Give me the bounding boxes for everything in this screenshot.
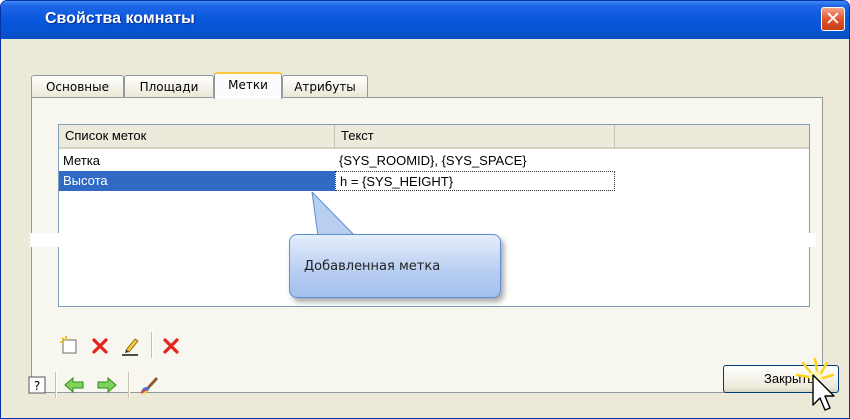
title-bar[interactable]: Свойства комнаты ✕ xyxy=(1,1,849,39)
tab-label: Атрибуты xyxy=(294,80,356,94)
prev-arrow-icon[interactable] xyxy=(62,373,86,397)
table-row-text[interactable]: {SYS_ROOMID}, {SYS_SPACE} xyxy=(335,151,615,171)
callout-pointer xyxy=(311,192,357,237)
tab-label: Основные xyxy=(45,80,109,94)
tab-areas[interactable]: Площади xyxy=(124,75,214,98)
toolbar-separator xyxy=(55,372,57,398)
window-title: Свойства комнаты xyxy=(45,10,195,27)
tab-label: Площади xyxy=(139,80,199,94)
help-icon[interactable]: ? xyxy=(25,373,49,397)
delete-all-icon[interactable] xyxy=(159,334,183,358)
tab-attributes[interactable]: Атрибуты xyxy=(282,75,368,98)
room-properties-dialog: Свойства комнаты ✕ Основные Площади Метк… xyxy=(0,0,850,419)
toolbar-separator xyxy=(128,372,130,398)
column-header-text[interactable]: Текст xyxy=(335,125,615,149)
edit-icon[interactable] xyxy=(118,334,142,358)
svg-text:?: ? xyxy=(34,379,40,393)
dialog-body: Основные Площади Метки Атрибуты Список м… xyxy=(5,39,845,416)
column-header-filler xyxy=(615,125,809,149)
brush-icon[interactable] xyxy=(137,373,161,397)
tab-labels[interactable]: Метки xyxy=(214,72,282,99)
tab-main[interactable]: Основные xyxy=(31,75,124,98)
callout-tooltip: Добавленная метка xyxy=(289,234,501,298)
tab-label: Метки xyxy=(228,78,268,92)
delete-icon[interactable] xyxy=(88,334,112,358)
close-window-button[interactable]: ✕ xyxy=(821,7,845,31)
new-label-icon[interactable] xyxy=(58,334,82,358)
toolbar-separator xyxy=(151,332,153,358)
table-row-text-editing[interactable]: h = {SYS_HEIGHT} xyxy=(335,171,615,191)
column-header-labels[interactable]: Список меток xyxy=(59,125,335,149)
table-row-name[interactable]: Метка xyxy=(59,151,335,171)
table-row-name-selected[interactable]: Высота xyxy=(59,171,335,191)
next-arrow-icon[interactable] xyxy=(95,373,119,397)
mouse-cursor-icon xyxy=(793,357,845,413)
